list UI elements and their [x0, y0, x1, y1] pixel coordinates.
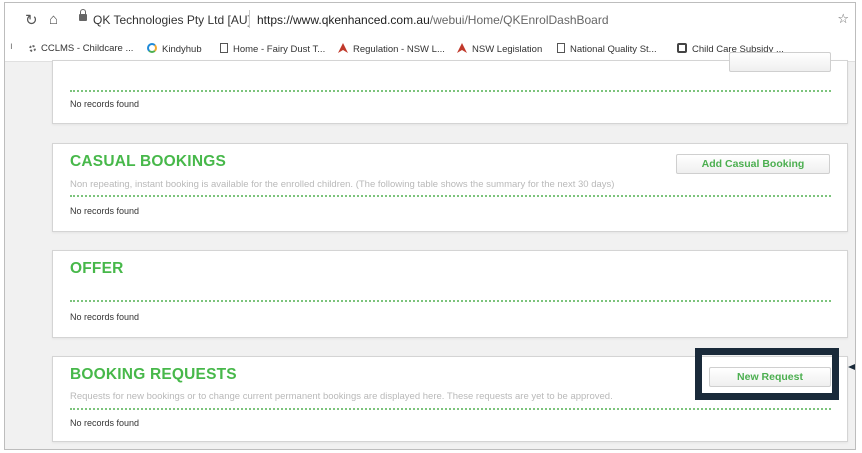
bookmark-cclms[interactable]: CCLMS - Childcare ... — [29, 43, 133, 54]
bookmarks-bar: ı CCLMS - Childcare ... Kindyhub Home - … — [5, 37, 855, 62]
dotted-divider — [70, 300, 831, 302]
section-description: Requests for new bookings or to change c… — [70, 391, 613, 402]
pointer-arrow-icon — [848, 364, 855, 370]
bookmarks-overflow-icon[interactable]: ı — [10, 41, 13, 52]
page-icon — [220, 43, 228, 53]
divider — [249, 10, 250, 28]
crest-icon — [457, 43, 467, 53]
lock-icon[interactable] — [79, 9, 87, 21]
section-title: BOOKING REQUESTS — [70, 366, 237, 383]
casual-bookings-panel: CASUAL BOOKINGS Add Casual Booking Non r… — [52, 143, 848, 232]
crest-icon — [338, 43, 348, 53]
section-title: OFFER — [70, 260, 124, 277]
site-identity-label[interactable]: QK Technologies Pty Ltd [AU] — [93, 13, 251, 27]
bookmark-label: National Quality St... — [570, 44, 657, 55]
bookmark-label: CCLMS - Childcare ... — [41, 43, 134, 54]
highlight-box — [695, 348, 839, 400]
bookmark-label: Home - Fairy Dust T... — [233, 44, 326, 55]
bookmark-regulation[interactable]: Regulation - NSW L... — [338, 43, 445, 55]
offer-panel: OFFER No records found — [52, 250, 848, 338]
bookmark-kindyhub[interactable]: Kindyhub — [147, 43, 202, 55]
gear-icon — [29, 45, 36, 52]
bookmark-nsw-legislation[interactable]: NSW Legislation — [457, 43, 542, 55]
dotted-divider — [70, 90, 831, 92]
bookmark-label: Regulation - NSW L... — [353, 44, 445, 55]
section-title: CASUAL BOOKINGS — [70, 153, 227, 170]
home-icon[interactable]: ⌂ — [49, 11, 58, 28]
gov-icon — [677, 43, 687, 53]
url-field[interactable]: https://www.qkenhanced.com.au/webui/Home… — [257, 13, 609, 27]
bookmark-star-icon[interactable]: ☆ — [837, 11, 849, 27]
no-records-text: No records found — [70, 99, 140, 109]
dotted-divider — [70, 408, 831, 410]
top-section-panel: No records found — [52, 52, 848, 124]
add-casual-booking-button[interactable]: Add Casual Booking — [676, 154, 830, 174]
bookmark-label: Kindyhub — [162, 44, 202, 55]
ring-icon — [147, 43, 157, 53]
no-records-text: No records found — [70, 206, 140, 216]
section-description: Non repeating, instant booking is availa… — [70, 179, 615, 190]
page-icon — [557, 43, 565, 53]
bookmark-label: NSW Legislation — [472, 44, 543, 55]
no-records-text: No records found — [70, 418, 140, 428]
address-bar: ↻ ⌂ QK Technologies Pty Ltd [AU] https:/… — [5, 3, 855, 37]
no-records-text: No records found — [70, 312, 140, 322]
reload-icon[interactable]: ↻ — [25, 11, 38, 29]
dotted-divider — [70, 195, 831, 197]
add-child-button[interactable] — [729, 52, 831, 72]
bookmark-national-quality[interactable]: National Quality St... — [557, 43, 657, 55]
bookmark-fairy-dust[interactable]: Home - Fairy Dust T... — [220, 43, 325, 55]
url-domain: https://www.qkenhanced.com.au — [257, 13, 430, 27]
url-path: /webui/Home/QKEnrolDashBoard — [429, 13, 609, 27]
